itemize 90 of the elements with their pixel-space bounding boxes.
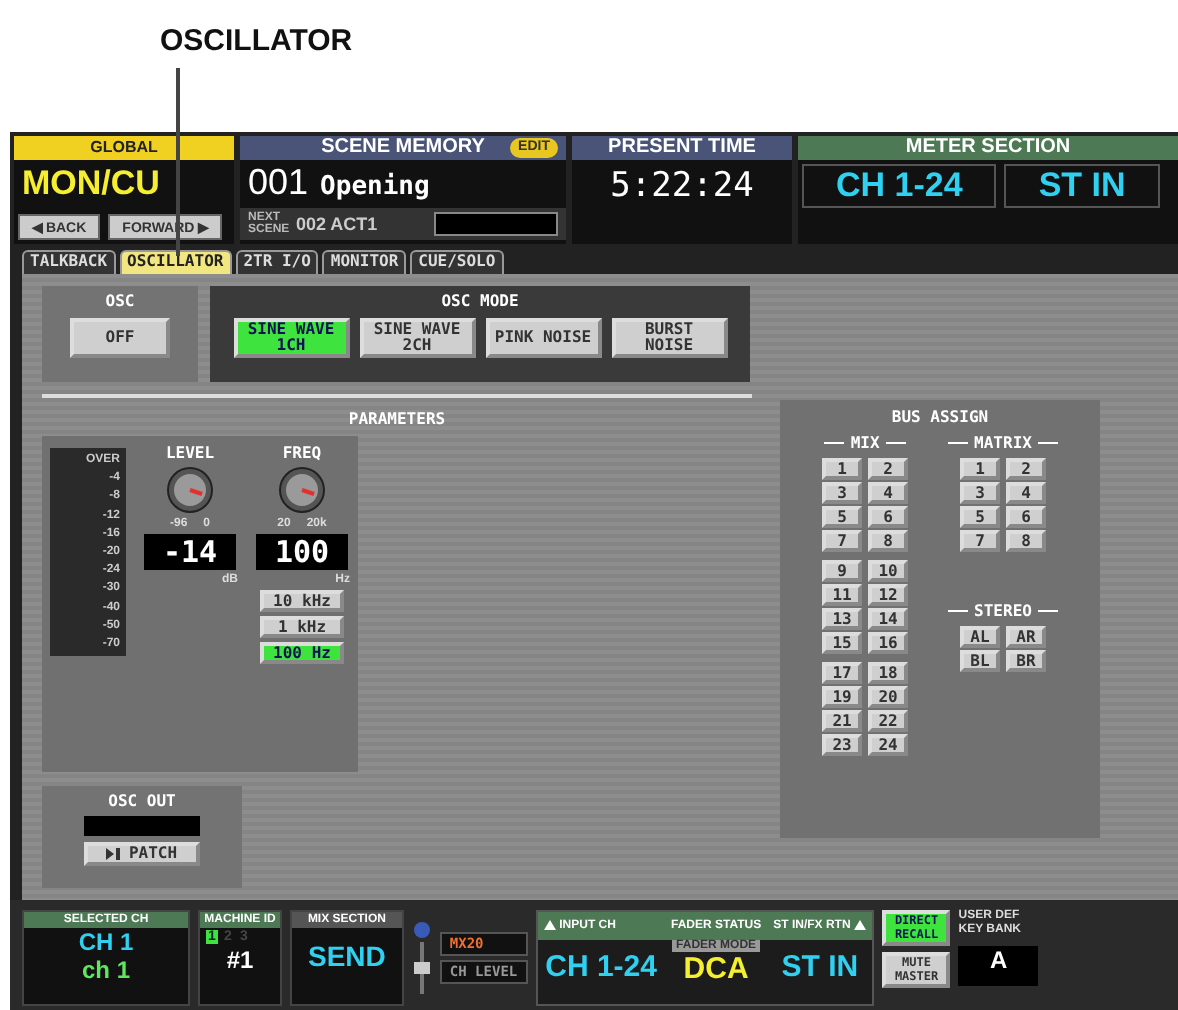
patch-button[interactable]: PATCH: [84, 842, 200, 866]
panel-title: OSC MODE: [441, 292, 519, 310]
channel-text: CH 1: [76, 928, 136, 956]
bus-button[interactable]: 3: [960, 482, 1000, 504]
tab[interactable]: 2TR I/O: [235, 250, 319, 276]
level-value: -14: [144, 534, 236, 570]
bus-button[interactable]: BL: [960, 650, 1000, 672]
fader-mode-text: DCA: [683, 951, 749, 985]
next-scene-field: [434, 212, 558, 236]
triangle-icon: [854, 920, 867, 931]
bus-button[interactable]: 13: [822, 608, 863, 630]
triangle-icon: [543, 920, 556, 931]
scene-name: Opening: [320, 172, 430, 202]
bus-button[interactable]: 22: [868, 710, 909, 732]
tab[interactable]: CUE/SOLO: [410, 250, 504, 276]
time-text: 5:22:24: [608, 164, 756, 210]
machine-id-text: #1: [224, 946, 256, 974]
bus-button[interactable]: 14: [868, 608, 909, 630]
bus-button[interactable]: BR: [1006, 650, 1046, 672]
tab[interactable]: MONITOR: [322, 250, 407, 276]
fader-icon: [411, 918, 432, 998]
bus-button[interactable]: 18: [868, 662, 909, 684]
freq-preset-button[interactable]: 100 Hz: [260, 642, 344, 664]
osc-toggle-button[interactable]: OFF: [70, 318, 170, 358]
global-mode-text: MON/CU: [20, 162, 162, 206]
bus-button[interactable]: 8: [868, 530, 909, 552]
bus-button[interactable]: AR: [1006, 626, 1046, 648]
bus-button[interactable]: 10: [868, 560, 909, 582]
bus-button[interactable]: 4: [868, 482, 909, 504]
bus-button[interactable]: 20: [868, 686, 909, 708]
bus-button[interactable]: 6: [868, 506, 909, 528]
scene-number: 001: [248, 162, 309, 204]
bus-button[interactable]: 24: [868, 734, 909, 756]
meter-button[interactable]: ST IN: [1004, 164, 1160, 208]
bus-button[interactable]: 17: [822, 662, 863, 684]
bus-button[interactable]: 6: [1006, 506, 1046, 528]
section-title: PARAMETERS: [348, 410, 446, 428]
panel-title: METER SECTION: [798, 136, 1178, 160]
freq-preset-button[interactable]: 1 kHz: [260, 616, 344, 638]
input-channel-text: CH 1-24: [543, 947, 659, 987]
bus-button[interactable]: 1: [822, 458, 863, 480]
bus-button[interactable]: 3: [822, 482, 863, 504]
tab[interactable]: OSCILLATOR: [119, 250, 232, 276]
meter-button[interactable]: CH 1-24: [802, 164, 997, 208]
bus-button[interactable]: 5: [822, 506, 863, 528]
freq-value: 100: [256, 534, 348, 570]
bus-button[interactable]: 5: [960, 506, 1000, 528]
bus-button[interactable]: 19: [822, 686, 863, 708]
freq-knob[interactable]: [278, 466, 326, 514]
bus-button[interactable]: 7: [960, 530, 1000, 552]
next-scene-text: 002 ACT1: [296, 214, 378, 234]
mode-button[interactable]: BURST NOISE: [611, 318, 727, 358]
bus-button[interactable]: 21: [822, 710, 863, 732]
group-title: STEREO: [974, 602, 1032, 620]
bus-button[interactable]: 1: [960, 458, 1000, 480]
knob-label: LEVEL: [165, 444, 215, 462]
mix-section-text: SEND: [306, 938, 388, 976]
key-bank-text: A: [958, 946, 1039, 986]
bus-button[interactable]: 11: [822, 584, 863, 606]
bus-button[interactable]: 8: [1006, 530, 1046, 552]
arrow-icon: [106, 848, 123, 860]
group-title: MIX: [850, 434, 880, 452]
panel-title: GLOBAL: [14, 136, 234, 160]
bus-button[interactable]: 4: [1006, 482, 1046, 504]
bus-button[interactable]: 7: [822, 530, 863, 552]
mode-button[interactable]: PINK NOISE: [485, 318, 601, 358]
panel-title: OSC: [105, 292, 135, 310]
panel-title: BUS ASSIGN: [891, 408, 989, 426]
freq-preset-button[interactable]: 10 kHz: [260, 590, 344, 612]
bus-button[interactable]: 16: [868, 632, 909, 654]
patch-display: [84, 816, 200, 836]
panel-title: PRESENT TIME: [572, 136, 792, 160]
mode-button[interactable]: SINE WAVE 1CH: [233, 318, 349, 358]
bus-button[interactable]: 15: [822, 632, 863, 654]
group-title: MATRIX: [974, 434, 1032, 452]
panel-title: SCENE MEMORY: [321, 136, 485, 158]
callout-label: OSCILLATOR: [160, 24, 353, 58]
stereo-input-text: ST IN: [779, 947, 861, 987]
tab[interactable]: TALKBACK: [22, 250, 116, 276]
bus-button[interactable]: AL: [960, 626, 1000, 648]
mode-button[interactable]: SINE WAVE 2CH: [359, 318, 475, 358]
bus-button[interactable]: 2: [868, 458, 909, 480]
bus-button[interactable]: 9: [822, 560, 863, 582]
bus-button[interactable]: 2: [1006, 458, 1046, 480]
bus-button[interactable]: 23: [822, 734, 863, 756]
level-knob[interactable]: [166, 466, 214, 514]
knob-label: FREQ: [282, 444, 322, 462]
bus-button[interactable]: 12: [868, 584, 909, 606]
channel-name: ch 1: [79, 956, 132, 984]
panel-title: OSC OUT: [108, 792, 176, 810]
